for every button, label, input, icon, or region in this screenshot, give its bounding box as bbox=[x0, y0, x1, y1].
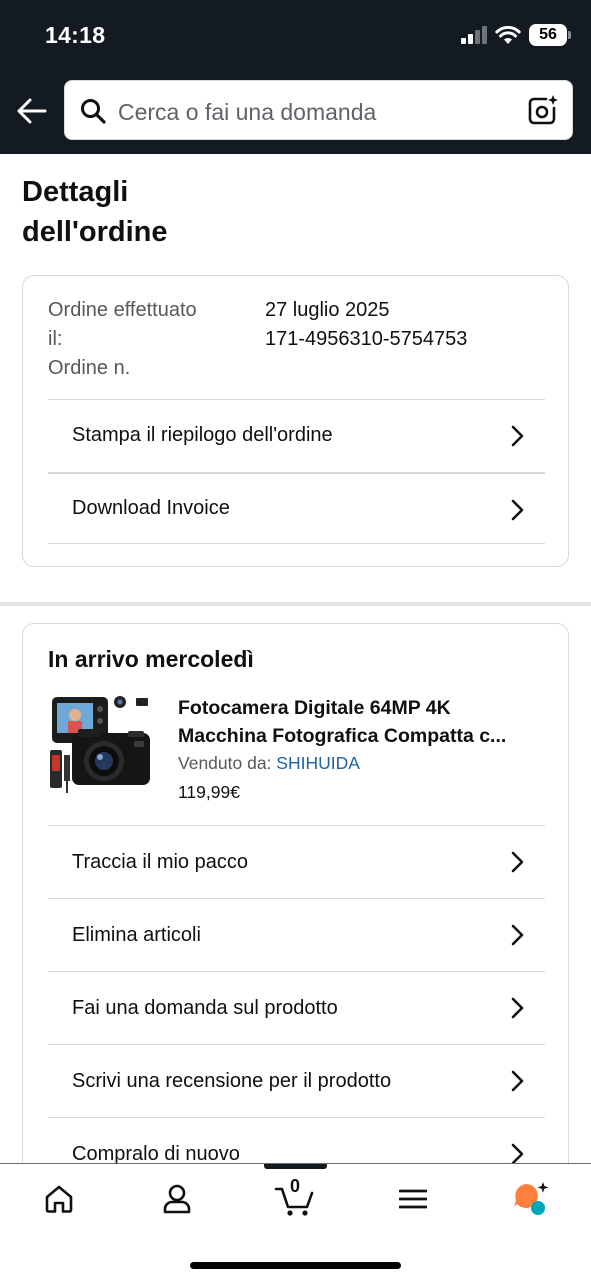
chevron-right-icon bbox=[511, 851, 524, 873]
order-meta-values: 27 luglio 2025 171-4956310-5754753 bbox=[265, 296, 467, 354]
cart-count: 0 bbox=[289, 1176, 300, 1196]
account-icon bbox=[163, 1184, 191, 1214]
chevron-right-icon bbox=[511, 1143, 524, 1165]
rufus-assistant-icon bbox=[514, 1182, 549, 1215]
search-bar[interactable]: Cerca o fai una domanda bbox=[64, 80, 573, 140]
chevron-right-icon bbox=[511, 1070, 524, 1092]
back-button[interactable] bbox=[14, 93, 50, 129]
active-tab-indicator bbox=[264, 1164, 327, 1169]
section-divider bbox=[0, 602, 591, 606]
row-label: Stampa il riepilogo dell'ordine bbox=[72, 424, 333, 446]
nav-rufus[interactable] bbox=[501, 1178, 561, 1220]
nav-account[interactable] bbox=[147, 1178, 207, 1220]
order-meta-labels: Ordine effettuato il: Ordine n. bbox=[48, 296, 238, 383]
status-icons: 56 bbox=[461, 22, 571, 48]
row-label: Traccia il mio pacco bbox=[72, 850, 248, 873]
delete-items-row[interactable]: Elimina articoli bbox=[48, 898, 545, 971]
top-bar: 14:18 56 Cerca o fai una domanda bbox=[0, 0, 591, 154]
bottom-nav: 0 bbox=[0, 1163, 591, 1280]
menu-icon bbox=[399, 1189, 427, 1209]
chevron-right-icon bbox=[511, 997, 524, 1019]
order-date-label-cont: il: bbox=[48, 328, 63, 350]
chevron-right-icon bbox=[511, 425, 524, 447]
track-package-row[interactable]: Traccia il mio pacco bbox=[48, 825, 545, 898]
order-number-label: Ordine n. bbox=[48, 357, 131, 379]
row-label: Fai una domanda sul prodotto bbox=[72, 996, 338, 1019]
seller-info: Venduto da: SHIHUIDA bbox=[178, 753, 360, 774]
product-image[interactable] bbox=[48, 693, 155, 801]
order-number-value: 171-4956310-5754753 bbox=[265, 328, 468, 350]
home-icon bbox=[45, 1185, 73, 1213]
ask-question-row[interactable]: Fai una domanda sul prodotto bbox=[48, 971, 545, 1044]
home-indicator bbox=[190, 1262, 401, 1269]
order-date-label: Ordine effettuato bbox=[48, 299, 197, 321]
product-title[interactable]: Fotocamera Digitale 64MP 4K Macchina Fot… bbox=[178, 694, 548, 750]
write-review-row[interactable]: Scrivi una recensione per il prodotto bbox=[48, 1044, 545, 1117]
product-price: 119,99€ bbox=[178, 782, 240, 802]
arrival-heading: In arrivo mercoledì bbox=[48, 646, 254, 672]
arrow-left-icon bbox=[17, 98, 47, 124]
nav-home[interactable] bbox=[29, 1178, 89, 1220]
page-title: Dettagli dell'ordine bbox=[22, 176, 168, 248]
camera-sparkle-icon[interactable] bbox=[527, 94, 559, 126]
seller-prefix: Venduto da: bbox=[178, 753, 277, 773]
cellular-signal-icon bbox=[461, 26, 487, 44]
search-input[interactable]: Cerca o fai una domanda bbox=[118, 99, 376, 126]
nav-cart[interactable]: 0 bbox=[265, 1176, 325, 1220]
chevron-right-icon bbox=[511, 499, 524, 521]
row-label: Elimina articoli bbox=[72, 923, 201, 946]
nav-menu[interactable] bbox=[383, 1178, 443, 1220]
row-label: Scrivi una recensione per il prodotto bbox=[72, 1069, 392, 1092]
order-info-card: Ordine effettuato il: Ordine n. 27 lugli… bbox=[22, 275, 569, 567]
shipment-card: In arrivo mercoledì Fotocamera Digitale … bbox=[22, 623, 569, 1223]
search-icon bbox=[81, 99, 106, 124]
seller-link[interactable]: SHIHUIDA bbox=[276, 753, 360, 773]
chevron-right-icon bbox=[511, 924, 524, 946]
battery-indicator: 56 bbox=[529, 24, 571, 46]
print-summary-row[interactable]: Stampa il riepilogo dell'ordine bbox=[48, 399, 545, 471]
row-label: Download Invoice bbox=[72, 497, 230, 519]
download-invoice-row[interactable]: Download Invoice bbox=[48, 472, 545, 544]
wifi-icon bbox=[495, 25, 521, 44]
status-time: 14:18 bbox=[45, 22, 106, 48]
order-date-value: 27 luglio 2025 bbox=[265, 299, 390, 321]
